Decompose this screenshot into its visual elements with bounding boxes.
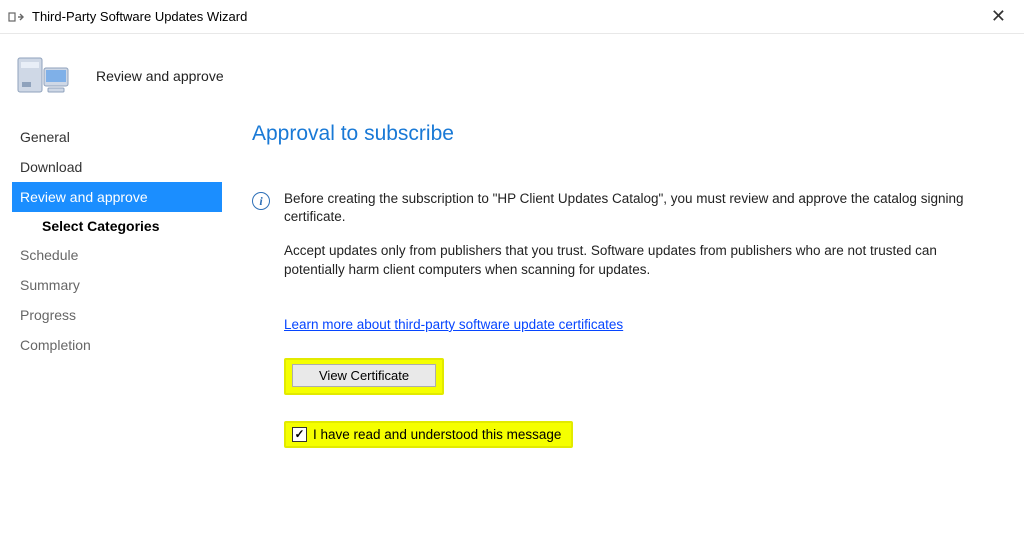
- highlight-annotation: View Certificate: [284, 358, 444, 395]
- wizard-header-icon: [14, 48, 72, 104]
- sidebar-item-progress[interactable]: Progress: [12, 300, 222, 330]
- highlight-annotation-checkbox: ✓ I have read and understood this messag…: [284, 421, 573, 448]
- view-certificate-button[interactable]: View Certificate: [292, 364, 436, 387]
- learn-more-link[interactable]: Learn more about third-party software up…: [284, 317, 623, 332]
- main-panel: Approval to subscribe i Before creating …: [222, 122, 1024, 448]
- wizard-sidebar: General Download Review and approve Sele…: [12, 122, 222, 448]
- view-certificate-row: View Certificate: [284, 358, 1000, 395]
- sidebar-item-schedule[interactable]: Schedule: [12, 240, 222, 270]
- info-paragraph-2: Accept updates only from publishers that…: [284, 242, 1000, 278]
- wizard-header-subtitle: Review and approve: [96, 68, 224, 84]
- acknowledge-checkbox[interactable]: ✓: [292, 427, 307, 442]
- sidebar-item-general[interactable]: General: [12, 122, 222, 152]
- wizard-header: Review and approve: [0, 34, 1024, 122]
- window-title: Third-Party Software Updates Wizard: [32, 9, 247, 24]
- info-box: i Before creating the subscription to "H…: [252, 190, 1000, 295]
- sidebar-item-download[interactable]: Download: [12, 152, 222, 182]
- sidebar-item-review-and-approve[interactable]: Review and approve: [12, 182, 222, 212]
- sidebar-item-completion[interactable]: Completion: [12, 330, 222, 360]
- info-text: Before creating the subscription to "HP …: [284, 190, 1000, 295]
- sidebar-subitem-select-categories[interactable]: Select Categories: [12, 212, 222, 240]
- title-bar: Third-Party Software Updates Wizard ✕: [0, 0, 1024, 34]
- sidebar-item-summary[interactable]: Summary: [12, 270, 222, 300]
- info-paragraph-1: Before creating the subscription to "HP …: [284, 190, 1000, 226]
- info-icon: i: [252, 192, 270, 210]
- title-bar-left: Third-Party Software Updates Wizard: [8, 9, 247, 25]
- app-icon: [8, 9, 24, 25]
- content-area: General Download Review and approve Sele…: [0, 122, 1024, 448]
- page-title: Approval to subscribe: [252, 122, 1000, 146]
- acknowledge-row: ✓ I have read and understood this messag…: [284, 421, 1000, 448]
- acknowledge-checkbox-label: I have read and understood this message: [313, 427, 561, 442]
- close-button[interactable]: ✕: [978, 6, 1014, 27]
